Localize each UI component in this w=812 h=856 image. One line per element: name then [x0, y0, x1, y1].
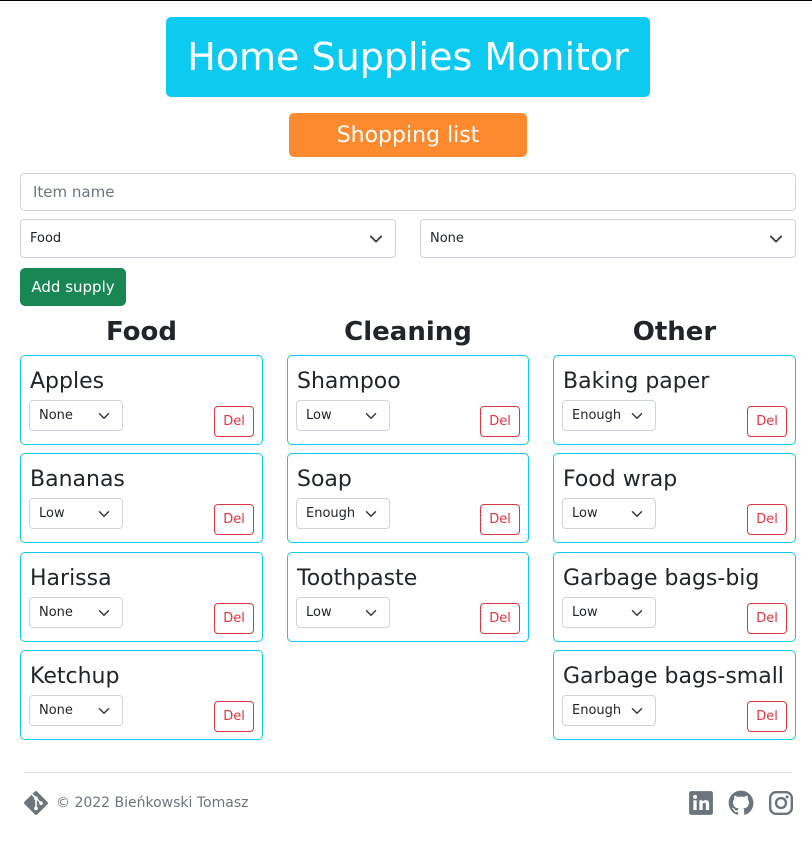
chevron-down-icon — [631, 609, 643, 616]
supply-card: Ketchup None Del — [20, 649, 263, 740]
supply-level-select[interactable]: Low — [296, 596, 390, 628]
supply-level-value: Enough — [572, 408, 622, 423]
chevron-down-icon — [631, 413, 643, 419]
supply-card: Toothpaste Low Del — [287, 551, 529, 642]
category-select[interactable]: Food — [20, 219, 396, 258]
supply-name: Baking paper — [563, 369, 710, 394]
delete-button[interactable]: Del — [480, 504, 520, 536]
supply-level-select[interactable]: Low — [296, 400, 390, 431]
top-border — [0, 0, 812, 1]
delete-button[interactable]: Del — [747, 602, 787, 634]
delete-button[interactable]: Del — [214, 406, 254, 437]
supply-level-select[interactable]: Low — [562, 596, 656, 628]
supply-card: Soap Enough Del — [287, 453, 529, 544]
footer-divider — [24, 772, 792, 773]
supply-name: Food wrap — [563, 467, 678, 493]
supply-card: Harissa None Del — [20, 551, 263, 642]
supply-level-select[interactable]: None — [29, 596, 123, 628]
supply-level-value: Enough — [306, 506, 356, 522]
supply-level-select[interactable]: Enough — [562, 694, 656, 726]
supply-card: Garbage bags-small Enough Del — [553, 649, 796, 740]
git-icon[interactable] — [24, 791, 48, 815]
supply-name: Shampoo — [297, 369, 401, 394]
delete-button[interactable]: Del — [747, 700, 787, 732]
column-title: Other — [632, 317, 717, 347]
chevron-down-icon — [365, 413, 377, 419]
supply-name: Garbage bags-small — [563, 663, 784, 689]
delete-button[interactable]: Del — [747, 504, 787, 536]
page-title: Home Supplies Monitor — [166, 17, 650, 97]
chevron-down-icon — [631, 511, 643, 518]
supply-name: Bananas — [30, 467, 125, 493]
supply-card: Garbage bags-big Low Del — [553, 551, 796, 642]
supply-level-select[interactable]: None — [29, 694, 123, 726]
delete-button[interactable]: Del — [214, 504, 254, 536]
column-title: Food — [105, 317, 178, 347]
supply-card: Baking paper Enough Del — [553, 355, 796, 445]
supply-card: Apples None Del — [20, 355, 263, 445]
supply-name: Harissa — [30, 565, 112, 591]
supply-level-select[interactable]: Enough — [296, 498, 390, 530]
chevron-down-icon — [98, 511, 110, 518]
supply-level-value: Low — [39, 506, 65, 522]
item-name-input[interactable] — [20, 173, 796, 211]
supply-name: Toothpaste — [297, 565, 418, 591]
copyright-text: © 2022 Bieńkowski Tomasz — [56, 795, 249, 811]
supply-level-value: Enough — [572, 702, 622, 718]
supply-level-value: Low — [306, 408, 332, 423]
delete-button[interactable]: Del — [480, 406, 520, 437]
supply-level-value: Low — [572, 604, 598, 620]
column-title: Cleaning — [344, 317, 472, 347]
supply-card: Bananas Low Del — [20, 453, 263, 544]
supply-level-value: Low — [572, 506, 598, 522]
column-food: Food Apples None Del Bananas Low Del Harissa Non… — [20, 312, 263, 748]
supply-card: Food wrap Low Del — [553, 453, 796, 544]
supply-name: Soap — [297, 467, 352, 493]
supply-level-select[interactable]: Enough — [562, 400, 656, 431]
chevron-down-icon — [98, 707, 110, 714]
level-select-value: None — [430, 231, 464, 246]
supply-name: Ketchup — [30, 663, 120, 689]
supply-name: Garbage bags-big — [563, 565, 760, 591]
supply-level-select[interactable]: None — [29, 400, 123, 431]
delete-button[interactable]: Del — [214, 700, 254, 732]
column-cleaning: Cleaning Shampoo Low Del Soap Enough Del Toothp… — [287, 312, 529, 650]
supply-name: Apples — [30, 369, 105, 394]
delete-button[interactable]: Del — [480, 602, 520, 634]
chevron-down-icon — [365, 511, 377, 518]
chevron-down-icon — [631, 707, 643, 714]
instagram-icon[interactable] — [768, 790, 794, 816]
supply-level-value: None — [39, 604, 73, 620]
supply-level-select[interactable]: Low — [29, 498, 123, 530]
chevron-down-icon — [98, 413, 110, 419]
chevron-down-icon — [369, 235, 383, 243]
add-supply-button[interactable]: Add supply — [20, 268, 126, 306]
chevron-down-icon — [769, 235, 783, 243]
category-select-value: Food — [30, 231, 62, 246]
github-icon[interactable] — [728, 790, 754, 816]
supply-level-value: Low — [306, 604, 332, 620]
chevron-down-icon — [98, 609, 110, 616]
delete-button[interactable]: Del — [747, 406, 787, 437]
delete-button[interactable]: Del — [214, 602, 254, 634]
social-links — [688, 790, 794, 816]
supply-level-value: None — [39, 408, 73, 423]
level-select[interactable]: None — [420, 219, 796, 258]
linkedin-icon[interactable] — [688, 790, 714, 816]
footer-copyright: © 2022 Bieńkowski Tomasz — [24, 790, 248, 816]
supply-card: Shampoo Low Del — [287, 355, 529, 445]
column-other: Other Baking paper Enough Del Food wrap Low De… — [553, 312, 796, 748]
supply-level-select[interactable]: Low — [562, 498, 656, 530]
shopping-list-button[interactable]: Shopping list — [289, 113, 527, 157]
chevron-down-icon — [365, 609, 377, 616]
supply-level-value: None — [39, 702, 73, 718]
